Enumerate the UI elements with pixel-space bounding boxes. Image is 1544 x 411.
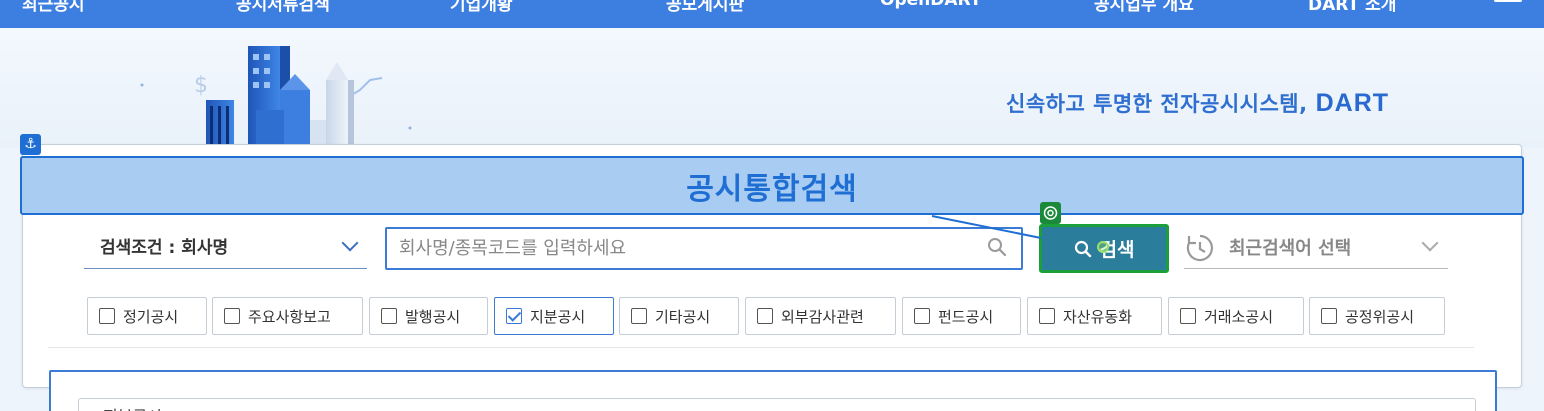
chevron-down-icon: [1421, 234, 1439, 252]
section-label: 지분공시: [103, 403, 162, 411]
page-title: 공시통합검색: [686, 172, 858, 207]
history-clock-icon: [1186, 234, 1213, 262]
anchor-icon: ⚓: [20, 134, 41, 155]
nav-item-disclosure-overview[interactable]: 공시업무 개요: [1094, 0, 1194, 15]
filter-ftc[interactable]: 공정위공시: [1309, 297, 1445, 335]
filter-issuance[interactable]: 발행공시: [369, 297, 488, 335]
filter-label: 지분공시: [530, 307, 586, 326]
brand-logo: DART: [1315, 89, 1390, 117]
filter-equity[interactable]: 지분공시: [494, 297, 614, 335]
nav-item-search-docs[interactable]: 공시서류검색: [236, 0, 330, 15]
checkbox[interactable]: [1321, 308, 1337, 324]
nav-item-public-offering[interactable]: 공모게시판: [666, 0, 744, 15]
slogan: 신속하고 투명한 전자공시시스템, DART: [1006, 88, 1389, 118]
filter-label: 기타공시: [655, 307, 711, 326]
search-icon: [1074, 240, 1091, 257]
filter-label: 정기공시: [123, 307, 179, 326]
nav-item-opendart[interactable]: OpenDART: [880, 0, 981, 10]
chevron-down-icon: [341, 234, 359, 252]
click-target-marker: [1097, 241, 1109, 253]
recent-search-label: 최근검색어 선택: [1229, 238, 1352, 259]
svg-text:$: $: [194, 73, 208, 98]
filter-label: 외부감사관련: [781, 307, 864, 326]
checkbox[interactable]: [381, 308, 397, 324]
filter-label: 거래소공시: [1204, 307, 1274, 326]
search-condition-select[interactable]: 검색조건 : 회사명: [84, 225, 367, 269]
checkbox[interactable]: [224, 308, 240, 324]
filter-label: 주요사항보고: [248, 307, 331, 326]
recent-search-select[interactable]: 최근검색어 선택: [1184, 227, 1448, 269]
filter-label: 공정위공시: [1345, 307, 1415, 326]
slogan-text: 신속하고 투명한 전자공시시스템,: [1006, 92, 1308, 116]
checkbox[interactable]: [1180, 308, 1196, 324]
top-navigation: 최근공시 공시서류검색 기업개황 공모게시판 OpenDART 공시업무 개요 …: [0, 0, 1544, 28]
checkbox-checked[interactable]: [506, 308, 522, 324]
search-condition-label: 검색조건 : 회사명: [100, 238, 229, 258]
filter-external-audit[interactable]: 외부감사관련: [745, 297, 896, 335]
search-title-bar: 공시통합검색: [20, 156, 1524, 215]
nav-item-recent[interactable]: 최근공시: [22, 0, 85, 15]
checkbox[interactable]: [99, 308, 115, 324]
checkbox[interactable]: [631, 308, 647, 324]
hamburger-menu-icon[interactable]: [1494, 0, 1522, 2]
nav-item-about-dart[interactable]: DART 소개: [1308, 0, 1396, 15]
company-search-input[interactable]: [385, 227, 1023, 270]
filter-exchange[interactable]: 거래소공시: [1168, 297, 1304, 335]
filter-other[interactable]: 기타공시: [619, 297, 739, 335]
divider: [48, 347, 1474, 348]
filter-label: 자산유동화: [1063, 307, 1133, 326]
checkbox[interactable]: [757, 308, 773, 324]
filter-label: 펀드공시: [938, 307, 994, 326]
city-illustration: $: [140, 46, 412, 152]
equity-disclosure-section[interactable]: 지분공시: [78, 398, 1476, 411]
checkbox[interactable]: [914, 308, 930, 324]
filter-fund[interactable]: 펀드공시: [902, 297, 1021, 335]
hero-banner: $ 신속하고 투명한 전자공시시스템, DART: [0, 28, 1544, 152]
nav-item-company-overview[interactable]: 기업개황: [450, 0, 513, 15]
filter-label: 발행공시: [405, 307, 461, 326]
checkbox[interactable]: [1039, 308, 1055, 324]
filter-major-report[interactable]: 주요사항보고: [212, 297, 363, 335]
filter-asset-securitization[interactable]: 자산유동화: [1027, 297, 1162, 335]
target-icon: [1040, 202, 1061, 224]
filter-periodic[interactable]: 정기공시: [87, 297, 207, 335]
search-icon[interactable]: [987, 237, 1007, 257]
